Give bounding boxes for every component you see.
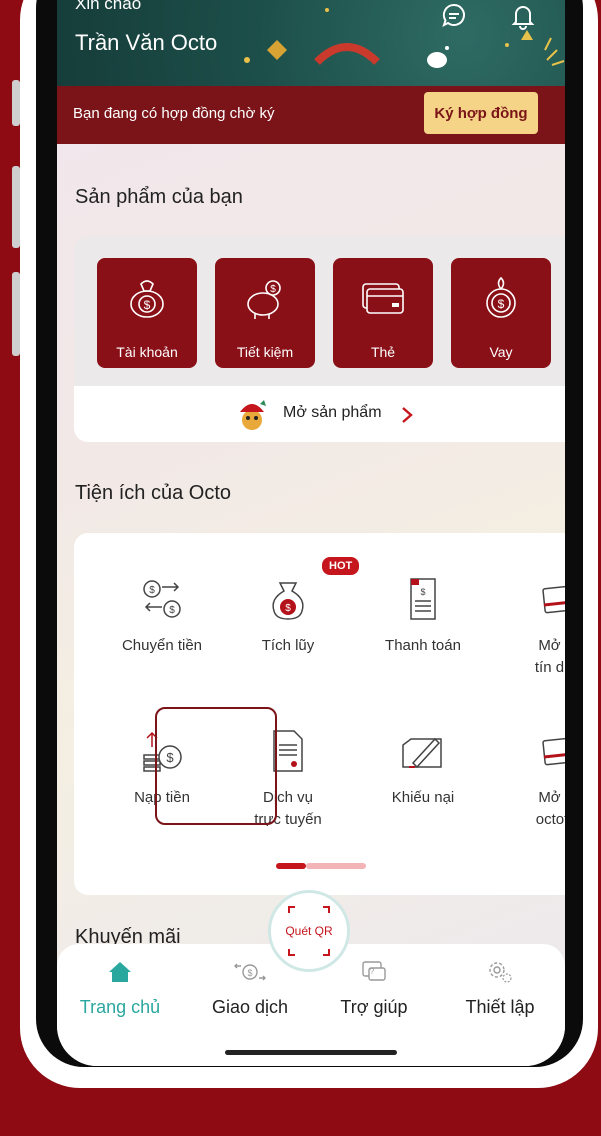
hot-badge: HOT — [322, 557, 360, 575]
utility-transfer[interactable]: $ $ Chuyển tiền — [99, 575, 225, 657]
tab-settings[interactable]: Thiết lập — [445, 960, 555, 1018]
product-label: Vay — [489, 344, 513, 360]
settings-icon — [489, 962, 512, 983]
bill-icon: $ — [410, 578, 436, 620]
mascot-icon — [240, 400, 266, 430]
utility-label: Mở thẻ tín dụng — [499, 635, 565, 679]
svg-text:$: $ — [247, 968, 252, 978]
products-title: Sản phẩm của bạn — [75, 186, 243, 208]
utility-label-line2: octofast — [535, 811, 565, 828]
utility-label: Khiếu nại — [391, 789, 455, 806]
products-card: $ Tài khoản $ Tiết kiệm Thẻ $ Vay Mở sản… — [74, 236, 565, 442]
money-bag-icon: $ — [130, 280, 164, 318]
svg-text:$: $ — [149, 585, 155, 596]
svg-text:?: ? — [370, 967, 375, 976]
contract-banner: Bạn đang có hợp đồng chờ ký Ký hợp đồng — [57, 86, 565, 144]
tab-label: Trợ giúp — [340, 997, 408, 1017]
chevron-right-icon — [402, 407, 413, 423]
svg-text:$: $ — [169, 605, 175, 616]
savings-bag-icon: $ — [272, 582, 304, 620]
svg-text:$: $ — [498, 297, 505, 311]
card-icon — [362, 283, 404, 314]
utility-open-credit-card[interactable]: Mở thẻ tín dụng — [499, 575, 565, 679]
utility-payment[interactable]: $ Thanh toán — [360, 575, 486, 657]
svg-text:$: $ — [270, 284, 276, 295]
utility-label-line2: tín dụng — [534, 659, 565, 676]
utility-label: Tích lũy — [261, 637, 315, 654]
piggy-bank-icon: $ — [247, 280, 281, 319]
svg-text:$: $ — [285, 603, 291, 614]
fast-card-icon — [542, 736, 565, 766]
pager-track — [306, 863, 366, 869]
product-loan[interactable]: $ Vay — [451, 258, 551, 368]
utilities-title: Tiện ích của Octo — [75, 482, 231, 504]
pager-dot-active — [276, 863, 306, 869]
home-icon — [109, 962, 131, 982]
product-label: Thẻ — [370, 344, 396, 360]
utility-label-line1: Mở thẻ — [538, 789, 565, 806]
product-card[interactable]: Thẻ — [333, 258, 433, 368]
tab-label: Thiết lập — [465, 997, 535, 1017]
product-account[interactable]: $ Tài khoản — [97, 258, 197, 368]
utility-label: Thanh toán — [385, 637, 461, 654]
tab-help[interactable]: ? Trợ giúp — [319, 960, 429, 1018]
phone-side-button — [12, 272, 20, 356]
open-product-label: Mở sản phẩm — [283, 404, 382, 421]
help-icon: ? — [362, 961, 386, 981]
user-name: Trần Văn Octo — [75, 30, 218, 55]
utility-open-octofast[interactable]: Mở thẻ octofast — [499, 727, 565, 831]
transfer-icon: $ $ — [143, 580, 181, 618]
credit-card-icon — [542, 584, 565, 614]
tab-transactions[interactable]: $ Giao dịch — [195, 960, 305, 1018]
header: Xin chào Trần Văn Octo — [57, 0, 565, 86]
utilities-card: HOT $ $ Chuyển tiền $ Tích lũy $ Thanh t… — [74, 533, 565, 895]
complaint-icon — [402, 737, 442, 769]
phone-side-button — [12, 80, 20, 126]
phone-side-button — [12, 166, 20, 248]
home-indicator — [225, 1050, 397, 1055]
greeting-text: Xin chào — [75, 0, 142, 13]
product-label: Tiết kiệm — [236, 344, 294, 360]
chat-icon[interactable] — [440, 2, 468, 30]
utility-accumulate[interactable]: $ Tích lũy — [225, 575, 351, 657]
tab-label: Trang chủ — [79, 997, 161, 1017]
utility-label: Chuyển tiền — [121, 637, 203, 654]
app-screen: Xin chào Trần Văn Octo Bạn đang có hợp đ… — [57, 0, 565, 1066]
utility-complaint[interactable]: Khiếu nại — [360, 727, 486, 809]
transaction-icon: $ — [234, 963, 266, 981]
loan-icon: $ — [486, 276, 516, 318]
top-up-highlight — [155, 707, 277, 825]
scan-qr-label: Quét QR — [285, 924, 333, 938]
tab-home[interactable]: Trang chủ — [65, 960, 175, 1018]
sign-contract-button[interactable]: Ký hợp đồng — [424, 92, 538, 134]
open-product-link[interactable]: Mở sản phẩm — [74, 386, 565, 442]
utility-label: Mở thẻ octofast — [499, 787, 565, 831]
product-label: Tài khoản — [116, 344, 178, 360]
tab-label: Giao dịch — [211, 997, 289, 1017]
contract-banner-text: Bạn đang có hợp đồng chờ ký — [73, 105, 275, 122]
svg-text:$: $ — [144, 298, 151, 312]
svg-text:$: $ — [420, 587, 425, 597]
bell-icon[interactable] — [509, 2, 537, 30]
utility-label-line1: Mở thẻ — [538, 637, 565, 654]
product-savings[interactable]: $ Tiết kiệm — [215, 258, 315, 368]
